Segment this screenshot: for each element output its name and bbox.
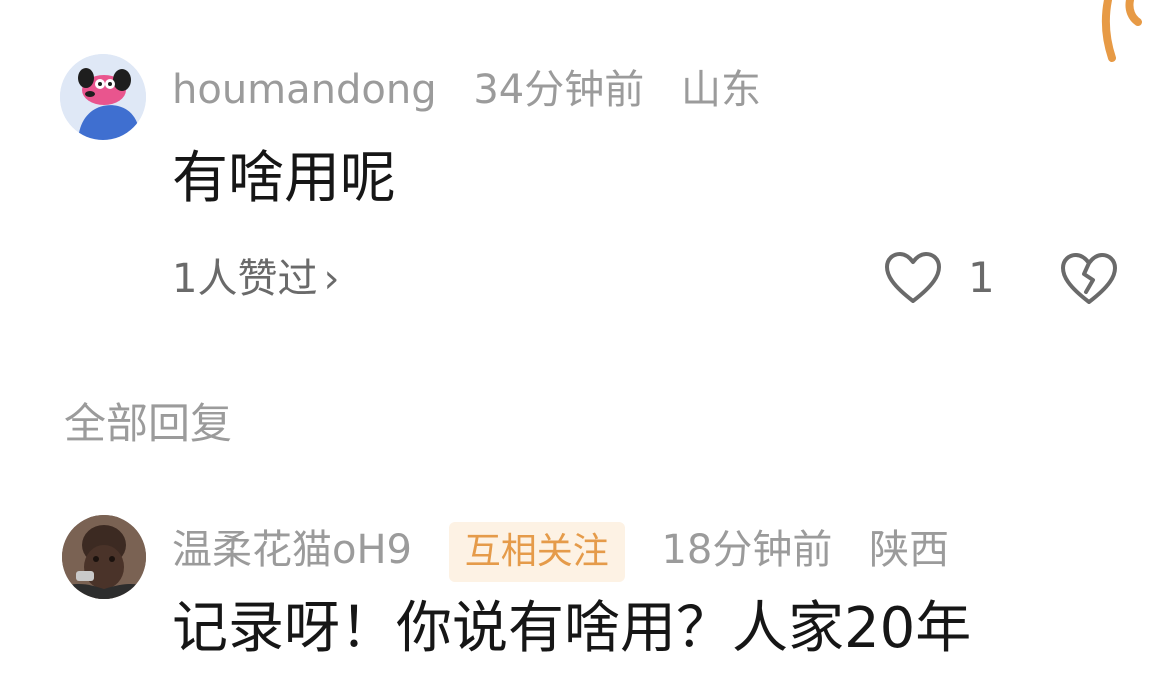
username[interactable]: 温柔花猫oH9 [172,527,412,573]
timestamp: 34分钟前 [473,67,645,113]
mutual-follow-badge: 互相关注 [448,522,625,582]
avatar[interactable] [62,515,146,599]
location: 陕西 [869,527,950,573]
username[interactable]: houmandong [172,67,437,113]
person-avatar-icon [62,515,146,599]
comment-meta: houmandong 34分钟前 山东 [172,66,785,114]
all-replies-heading: 全部回复 [64,399,233,448]
comment-text: 有啥用呢 [172,146,396,211]
location: 山东 [680,67,761,113]
reply-meta: 温柔花猫oH9 互相关注 18分钟前 陕西 [172,522,973,582]
orange-doodle [1101,0,1142,62]
liked-by-text: 1人赞过 [172,256,318,302]
heart-outline-icon [885,252,941,303]
timestamp: 18分钟前 [661,527,833,573]
cartoon-dog-avatar-icon [60,54,146,140]
dislike-button[interactable] [1060,252,1118,310]
like-button[interactable]: 1 [884,250,995,306]
like-count: 1 [968,253,995,302]
broken-heart-icon [1061,253,1117,304]
avatar[interactable] [60,54,146,140]
reply-text: 记录呀！你说有啥用？人家20年 [172,596,972,661]
chevron-right-icon: › [323,256,340,302]
liked-by-link[interactable]: 1人赞过 › [172,254,339,304]
